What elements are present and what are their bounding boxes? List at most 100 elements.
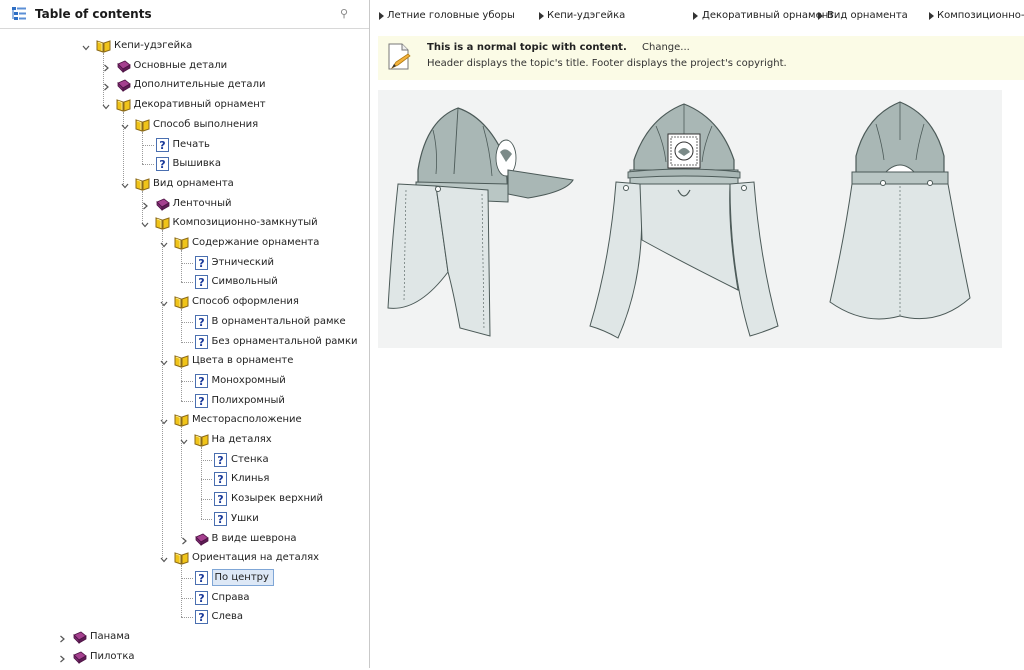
help-topic-icon: ? [194, 393, 209, 408]
toc-item-label: Ориентация на деталях [192, 552, 320, 564]
toc-item[interactable]: ? Стенка [0, 452, 369, 468]
toc-item[interactable]: В виде шеврона [0, 531, 369, 547]
help-topic-icon: ? [213, 472, 228, 487]
book-closed-icon [155, 197, 170, 211]
toc-item-label: Стенка [231, 453, 269, 465]
help-topic-icon: ? [194, 570, 209, 585]
toc-item[interactable]: Способ оформления [0, 294, 369, 310]
breadcrumb-separator-icon [818, 12, 823, 20]
tree-guide-line [181, 577, 193, 579]
svg-text:?: ? [198, 257, 204, 270]
help-topic-icon: ? [194, 590, 209, 605]
change-link[interactable]: Change... [642, 42, 690, 53]
book-closed-icon [116, 78, 131, 93]
toc-item[interactable]: Ленточный [0, 196, 369, 212]
book-open-icon [174, 236, 189, 250]
breadcrumb-item[interactable]: Композиционно-замкнутый [937, 10, 1024, 21]
toc-item[interactable]: ? Ушки [0, 511, 369, 527]
toc-item[interactable]: ? Печать [0, 137, 369, 153]
breadcrumb-item[interactable]: Кепи-удэгейка [547, 10, 625, 21]
svg-text:?: ? [198, 611, 204, 624]
book-open-icon [174, 551, 189, 565]
book-closed-icon [116, 59, 131, 73]
svg-text:?: ? [217, 493, 223, 506]
toc-item[interactable]: Способ выполнения [0, 117, 369, 133]
tree-guide-line [142, 131, 143, 165]
chevron-right-icon[interactable] [58, 633, 66, 643]
book-open-icon [155, 216, 170, 230]
toc-item-label: Пилотка [90, 650, 135, 662]
toc-item-label: В орнаментальной рамке [211, 315, 346, 327]
toc-item[interactable]: ? Клинья [0, 471, 369, 487]
toc-item[interactable]: На деталях [0, 432, 369, 448]
book-open-icon [194, 433, 209, 447]
help-topic-icon: ? [213, 492, 228, 507]
toc-item[interactable]: Основные детали [0, 58, 369, 74]
tree-guide-line [181, 380, 193, 382]
toc-icon [12, 7, 26, 20]
breadcrumb: Летние головные уборы Кепи-удэгейка Декора… [371, 0, 1024, 28]
help-topic-icon: ? [194, 373, 209, 388]
svg-text:?: ? [198, 336, 204, 349]
tree-guide-line [181, 309, 182, 342]
toc-item-label: По центру [211, 568, 274, 586]
toc-item[interactable]: Месторасположение [0, 412, 369, 428]
toc-item[interactable]: Содержание орнамента [0, 235, 369, 251]
chevron-right-icon[interactable] [58, 653, 66, 663]
toc-item-label: Способ выполнения [153, 118, 259, 130]
toc-item-label: Содержание орнамента [192, 237, 320, 248]
breadcrumb-item[interactable]: Летние головные уборы [387, 10, 515, 21]
toc-item[interactable]: Панама [0, 629, 369, 645]
breadcrumb-separator-icon [539, 12, 544, 20]
toc-item-label: Монохромный [211, 374, 286, 386]
tree-guide-line [142, 144, 154, 146]
toc-tree: Кепи-удэгейка Основные детали Дополнительн… [0, 28, 369, 668]
tree-guide-line [161, 230, 163, 559]
toc-item-label: Декоративный орнамент [133, 99, 266, 111]
tree-guide-line [142, 164, 154, 166]
breadcrumb-item[interactable]: Декоративный орнамент [702, 10, 834, 21]
book-open-icon [135, 118, 150, 132]
toc-item-label: На деталях [211, 434, 272, 445]
pin-icon[interactable]: ⚲ [340, 8, 350, 20]
book-open-icon [135, 177, 150, 191]
help-topic-icon: ? [194, 334, 209, 349]
toc-item[interactable]: Декоративный орнамент [0, 97, 369, 113]
svg-text:?: ? [198, 276, 204, 289]
tree-guide-line [142, 190, 143, 224]
book-open-icon [116, 98, 131, 112]
toc-item-label: Дополнительные детали [133, 79, 266, 91]
svg-text:?: ? [217, 513, 223, 526]
tree-guide-line [200, 447, 202, 519]
svg-text:?: ? [159, 158, 165, 171]
notice-title: This is a normal topic with content. [427, 42, 627, 53]
toc-item[interactable]: ? Козырек верхний [0, 491, 369, 507]
svg-text:?: ? [217, 454, 223, 467]
tree-guide-line [181, 400, 193, 402]
book-closed-icon [194, 532, 209, 546]
toc-item-label: Цвета в орнаменте [192, 355, 294, 367]
toc-item-label: Месторасположение [192, 414, 302, 426]
tree-guide-line [181, 565, 182, 618]
help-topic-icon: ? [213, 511, 228, 526]
toc-item-label: Панама [90, 631, 130, 642]
tree-guide-line [181, 250, 182, 283]
toc-item-label: В виде шеврона [211, 532, 297, 544]
toc-item[interactable]: Композиционно-замкнутый [0, 215, 369, 231]
toc-item-label: Козырек верхний [231, 493, 323, 505]
book-open-icon [174, 413, 189, 427]
toc-item[interactable]: Ориентация на деталях [0, 550, 369, 566]
toc-item[interactable]: Дополнительные детали [0, 77, 369, 93]
toc-item[interactable]: Цвета в орнаменте [0, 353, 369, 369]
toc-item-label: Вышивка [172, 158, 221, 170]
toc-item[interactable]: ? Вышивка [0, 156, 369, 172]
toc-item[interactable]: Кепи-удэгейка [0, 38, 369, 54]
svg-text:?: ? [217, 473, 223, 486]
book-open-icon [96, 39, 111, 53]
toc-item[interactable]: Вид орнамента [0, 176, 369, 192]
toc-item-label: Способ оформления [192, 296, 299, 308]
toc-item[interactable]: Пилотка [0, 649, 369, 665]
topic-content: Летние головные уборы Кепи-удэгейка Декора… [371, 0, 1024, 668]
chevron-down-icon[interactable] [82, 42, 90, 51]
breadcrumb-item[interactable]: Вид орнамента [827, 10, 908, 21]
